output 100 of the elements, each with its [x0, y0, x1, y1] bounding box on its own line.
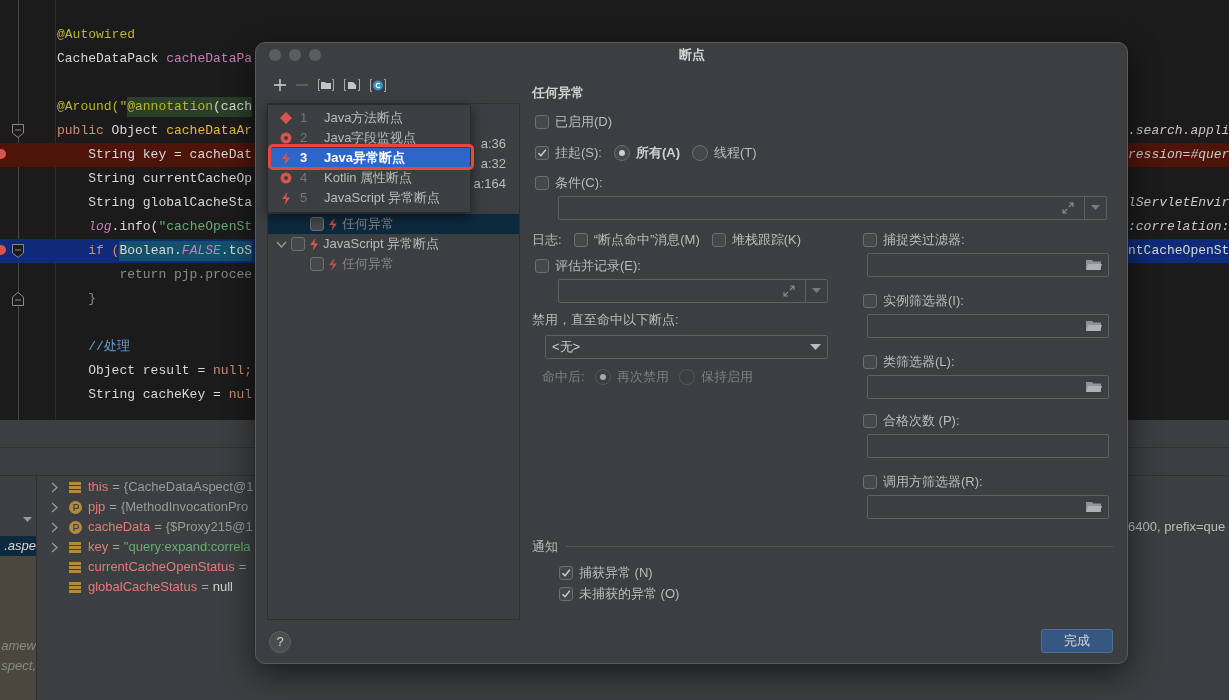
condition-field[interactable] — [558, 195, 1107, 220]
checkbox[interactable] — [863, 293, 877, 308]
evaluate-field[interactable] — [558, 278, 828, 303]
folder-icon[interactable] — [1086, 380, 1102, 393]
lightning-icon — [281, 191, 291, 205]
file-group-icon[interactable] — [344, 79, 360, 91]
radio-label: 所有(A) — [635, 143, 680, 162]
variable-name: key — [88, 538, 109, 557]
folder-icon[interactable] — [1086, 258, 1102, 271]
caret-icon[interactable] — [23, 516, 32, 522]
variable-value: {$Proxy215@1 — [165, 518, 253, 537]
field-icon — [69, 581, 81, 593]
menu-label: Java方法断点 — [324, 109, 404, 128]
equals-sign: = — [154, 518, 162, 537]
caret-icon — [810, 343, 821, 350]
equals-sign: = — [238, 558, 247, 577]
fold-icon[interactable] — [12, 244, 24, 258]
stack-frame[interactable]: .aspe — [0, 536, 36, 556]
group-icon[interactable] — [318, 79, 334, 91]
menu-item[interactable]: 1 Java方法断点 — [268, 108, 470, 128]
add-icon[interactable] — [274, 79, 286, 91]
menu-item[interactable]: 4 Kotlin 属性断点 — [268, 168, 470, 188]
checkbox[interactable] — [863, 232, 877, 247]
checkbox[interactable] — [863, 413, 877, 428]
checkbox[interactable] — [711, 232, 726, 247]
checkbox[interactable] — [573, 232, 588, 247]
menu-number: 5 — [300, 189, 309, 208]
folder-icon[interactable] — [1086, 500, 1102, 513]
code-text: ntCacheOpenSt — [1128, 242, 1229, 261]
chevron-icon[interactable] — [50, 541, 58, 553]
code-text: //处理 — [87, 338, 130, 357]
radio-button[interactable] — [613, 144, 630, 161]
tree-row[interactable]: JavaScript 异常断点 — [268, 234, 519, 254]
checkbox[interactable] — [559, 586, 573, 601]
filter-field[interactable] — [867, 313, 1109, 338]
breakpoint-dropdown[interactable]: <无> — [545, 334, 828, 359]
radio-button[interactable] — [692, 144, 708, 161]
code-text: if ( — [87, 242, 120, 261]
class-icon[interactable] — [370, 78, 386, 92]
checkbox[interactable] — [863, 354, 877, 369]
tree-item[interactable]: a:36 — [480, 134, 506, 154]
code-text: CacheDataPack — [57, 50, 160, 69]
checkbox[interactable] — [535, 175, 549, 190]
checkbox[interactable] — [535, 114, 549, 129]
checkbox[interactable] — [535, 258, 549, 273]
log-label: 日志: — [532, 230, 562, 249]
equals-sign: = — [112, 478, 120, 497]
fold-icon[interactable] — [12, 124, 24, 138]
menu-number: 1 — [300, 109, 309, 128]
help-button[interactable]: ? — [269, 630, 291, 653]
checkbox[interactable] — [559, 565, 573, 580]
equals-sign: = — [112, 538, 120, 557]
checkbox-label: 未捕获的异常 (O) — [579, 584, 680, 603]
window-title: 断点 — [678, 46, 705, 65]
variable-name: globalCacheStatus — [88, 578, 198, 597]
chevron-icon[interactable] — [50, 481, 58, 493]
radio-label: 线程(T) — [714, 143, 757, 162]
menu-item[interactable]: 3 Java异常断点 — [268, 148, 470, 168]
radio-label: 再次禁用 — [616, 367, 669, 386]
eye-icon — [280, 132, 292, 144]
menu-number: 2 — [300, 129, 309, 148]
section-title: 任何异常 — [532, 84, 585, 102]
tree-label: 任何异常 — [342, 215, 394, 234]
fold-icon[interactable] — [12, 292, 24, 306]
expand-icon[interactable] — [1062, 201, 1074, 214]
checkbox[interactable] — [535, 145, 549, 160]
lightning-icon — [281, 151, 291, 165]
folder-icon[interactable] — [1086, 319, 1102, 332]
variable-value: "query:expand:correla — [123, 538, 251, 557]
chevron-icon[interactable] — [276, 240, 287, 248]
checkbox-label: 捕捉类过滤器: — [883, 230, 965, 249]
tree-item[interactable]: a:32 — [480, 154, 506, 174]
code-text: Object result = — [87, 362, 207, 381]
tree-item[interactable]: a:164 — [473, 174, 506, 194]
expand-icon[interactable] — [783, 284, 795, 297]
field-icon — [69, 541, 81, 553]
checkbox[interactable] — [291, 237, 305, 251]
variable-value: {CacheDataAspect@1 — [123, 478, 254, 497]
chevron-icon[interactable] — [50, 501, 58, 513]
checkbox[interactable] — [863, 474, 877, 489]
menu-item[interactable]: 2 Java字段监视点 — [268, 128, 470, 148]
code-text: log — [87, 218, 112, 237]
filter-field[interactable] — [867, 433, 1109, 458]
code-text: Boolean. — [119, 241, 182, 261]
menu-label: Java字段监视点 — [324, 129, 417, 148]
chevron-icon[interactable] — [50, 521, 58, 533]
menu-item[interactable]: 5 JavaScript 异常断点 — [268, 188, 470, 208]
filter-field[interactable] — [867, 494, 1109, 519]
equals-sign: = — [109, 498, 117, 517]
section-title: 通知 — [532, 537, 558, 556]
filter-field[interactable] — [867, 374, 1109, 399]
code-text: String currentCacheOp — [87, 170, 253, 189]
filter-field[interactable] — [867, 252, 1109, 277]
code-text: cacheDataAr — [166, 122, 253, 141]
code-text: return pjp.procee — [118, 266, 253, 285]
done-button[interactable]: 完成 — [1041, 629, 1113, 653]
eye-icon — [280, 172, 292, 184]
tree-label: 任何异常 — [342, 255, 394, 274]
checkbox-label: 条件(C): — [555, 173, 603, 192]
checkbox-label: 调用方筛选器(R): — [883, 472, 983, 491]
